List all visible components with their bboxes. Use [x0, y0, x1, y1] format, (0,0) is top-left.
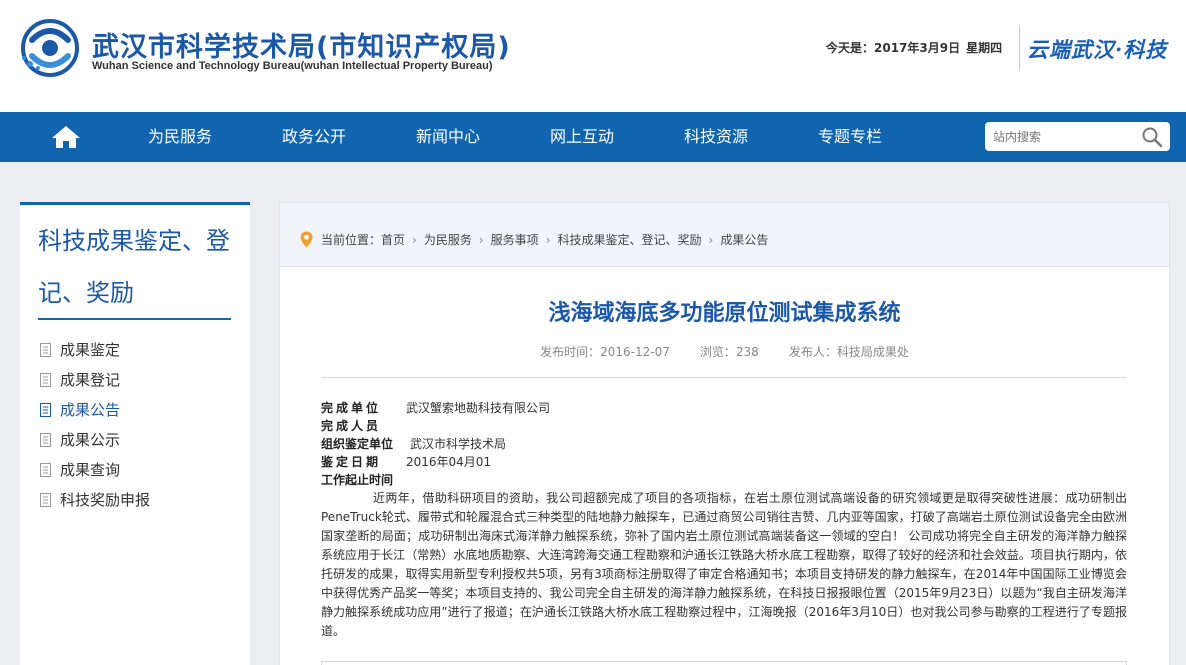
nav-item-government-affairs[interactable]: 政务公开 [282, 112, 346, 162]
field-completion-unit: 完成单位 武汉蟹索地勘科技有限公司 [321, 399, 550, 417]
main-nav: 为民服务 政务公开 新闻中心 网上互动 科技资源 专题专栏 [0, 112, 1186, 162]
document-icon [40, 463, 51, 477]
field-label: 组织鉴定单位 [321, 437, 394, 451]
sidebar-item-achievement-appraisal[interactable]: 成果鉴定 [38, 339, 120, 361]
site-title: 武汉市科学技术局(市知识产权局) [92, 32, 511, 63]
document-icon [40, 433, 51, 447]
site-header: 武汉市科学技术局(市知识产权局) Wuhan Science and Techn… [0, 0, 1186, 112]
field-value: 2016年04月01 [406, 455, 492, 469]
document-icon [40, 373, 51, 387]
breadcrumb-home[interactable]: 首页 [381, 233, 405, 247]
main-content: 当前位置：首页 › 为民服务 › 服务事项 › 科技成果鉴定、登记、奖励 › 成果公告 浅海域海… [279, 202, 1170, 665]
meta-divider [321, 377, 1127, 378]
sidebar-item-label: 成果公示 [60, 431, 121, 449]
breadcrumb-current[interactable]: 成果公告 [720, 233, 768, 247]
sidebar-item-award-application[interactable]: 科技奖励申报 [38, 489, 150, 511]
breadcrumb-prefix: 当前位置： [321, 233, 382, 247]
location-pin-icon [300, 231, 313, 248]
weekday-text: 星期四 [966, 41, 1003, 55]
breadcrumb-trail: 当前位置：首页 › 为民服务 › 服务事项 › 科技成果鉴定、登记、奖励 › 成果公告 [321, 231, 768, 248]
nav-item-public-service[interactable]: 为民服务 [148, 112, 212, 162]
sidebar-item-achievement-query[interactable]: 成果查询 [38, 459, 120, 481]
field-completion-personnel: 完成人员 [321, 417, 406, 435]
breadcrumb-separator: › [708, 233, 714, 247]
field-label: 完成单位 [321, 401, 382, 415]
field-label: 完成人员 [321, 419, 382, 433]
field-appraisal-date: 鉴定日期 2016年04月01 [321, 453, 491, 471]
field-value: 武汉蟹索地勘科技有限公司 [406, 401, 551, 415]
search-icon[interactable] [1141, 126, 1163, 148]
sidebar-item-label: 成果鉴定 [60, 341, 121, 359]
sidebar-item-label: 成果登记 [60, 371, 121, 389]
breadcrumb-separator: › [412, 233, 417, 247]
article-body: 近两年，借助科研项目的资助，我公司超额完成了项目的各项指标，在岩土原位测试高端设… [321, 491, 1127, 638]
publisher: 发布人：科技局成果处 [788, 345, 909, 359]
breadcrumb-service-items[interactable]: 服务事项 [491, 233, 539, 247]
field-value: 武汉市科学技术局 [410, 437, 507, 451]
breadcrumb-achievement-section[interactable]: 科技成果鉴定、登记、奖励 [558, 233, 702, 247]
nav-item-online-interaction[interactable]: 网上互动 [550, 112, 614, 162]
nav-item-tech-resources[interactable]: 科技资源 [684, 112, 748, 162]
sidebar-item-achievement-announcement[interactable]: 成果公告 [38, 399, 120, 421]
sidebar-item-achievement-publicity[interactable]: 成果公示 [38, 429, 120, 451]
breadcrumb-separator: › [478, 233, 484, 247]
site-subtitle: Wuhan Science and Technology Bureau(wuha… [92, 60, 493, 72]
sidebar-item-label: 成果公告 [60, 401, 121, 419]
sidebar-title: 科技成果鉴定、登记、奖励 [38, 227, 230, 307]
bureau-logo-icon[interactable] [18, 18, 82, 78]
document-icon [40, 493, 51, 507]
field-label: 鉴定日期 [321, 455, 382, 469]
search-input[interactable] [993, 127, 1133, 146]
slogan: 云端武汉·科技 [1027, 37, 1168, 62]
sidebar-item-label: 成果查询 [60, 461, 121, 479]
breadcrumb-public-service[interactable]: 为民服务 [424, 233, 472, 247]
sidebar-item-achievement-registration[interactable]: 成果登记 [38, 369, 120, 391]
date-text: 今天是：2017年3月9日 [826, 41, 961, 55]
document-icon [40, 403, 51, 417]
field-work-period: 工作起止时间 [321, 471, 393, 489]
breadcrumb-separator: › [545, 233, 551, 247]
date-display: 今天是：2017年3月9日 星期四 [826, 39, 1008, 56]
nav-item-special-topics[interactable]: 专题专栏 [818, 112, 882, 162]
document-icon [40, 343, 51, 357]
field-label: 工作起止时间 [321, 473, 394, 487]
article-meta: 发布时间：2016-12-07 浏览：238 发布人：科技局成果处 [280, 343, 1169, 360]
nav-item-news-center[interactable]: 新闻中心 [416, 112, 480, 162]
publish-time: 发布时间：2016-12-07 [540, 345, 670, 359]
sidebar-divider [38, 318, 231, 320]
article-title: 浅海域海底多功能原位测试集成系统 [548, 301, 901, 326]
field-appraisal-organizer: 组织鉴定单位 武汉市科学技术局 [321, 435, 506, 453]
breadcrumb: 当前位置：首页 › 为民服务 › 服务事项 › 科技成果鉴定、登记、奖励 › 成果公告 [280, 203, 1169, 267]
search-box [985, 122, 1170, 151]
sidebar: 科技成果鉴定、登记、奖励 成果鉴定 成果登记 成果公告 成果公示 成果查询 科技… [20, 202, 250, 665]
sidebar-item-label: 科技奖励申报 [60, 491, 151, 509]
attachment-box [321, 661, 1127, 665]
slogan-divider [1019, 26, 1020, 70]
view-count: 浏览：238 [699, 345, 759, 359]
home-icon[interactable] [48, 124, 84, 150]
